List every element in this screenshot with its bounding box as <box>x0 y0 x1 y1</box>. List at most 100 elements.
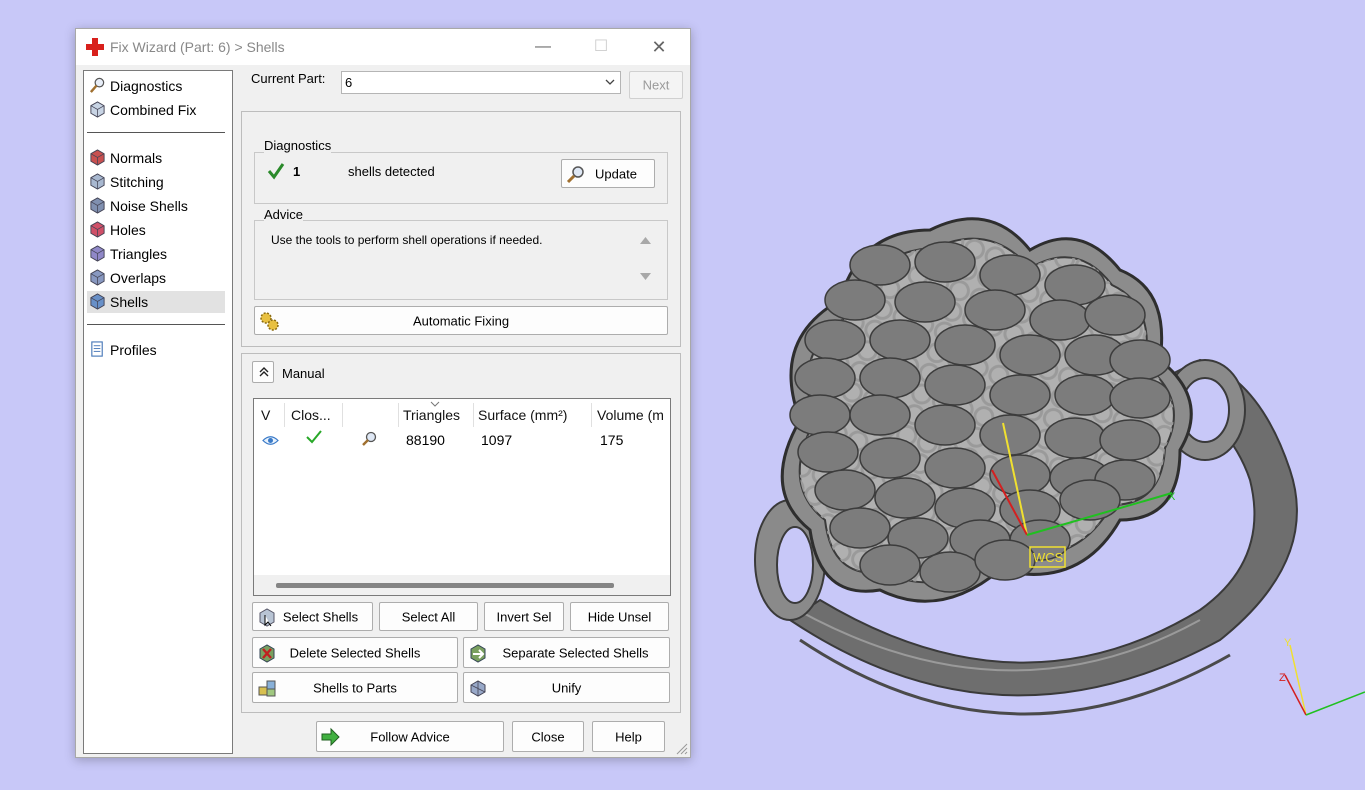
lattice-disc <box>1054 374 1116 416</box>
lattice-disc <box>859 544 921 586</box>
help-button[interactable]: Help <box>592 721 665 752</box>
close-button[interactable]: Close <box>512 721 584 752</box>
wcs-label: WCS <box>1033 550 1064 565</box>
unify-button[interactable]: Unify <box>463 672 670 703</box>
svg-text:Y: Y <box>1284 637 1292 649</box>
svg-text:X: X <box>1168 491 1176 503</box>
sidebar-item-profiles[interactable]: Profiles <box>87 339 225 361</box>
lattice-disc <box>1084 294 1146 336</box>
sidebar-item-label: Overlaps <box>110 270 167 286</box>
follow-advice-button[interactable]: Follow Advice <box>316 721 504 752</box>
minimize-button[interactable]: — <box>514 29 572 65</box>
col-closed[interactable]: Clos... <box>291 407 331 423</box>
invert-sel-button[interactable]: Invert Sel <box>484 602 564 631</box>
shells-to-parts-button[interactable]: Shells to Parts <box>252 672 458 703</box>
sidebar-item-shells[interactable]: Shells <box>87 291 225 313</box>
diagnostics-status: shells detected <box>348 164 435 179</box>
select-all-button[interactable]: Select All <box>379 602 478 631</box>
col-volume[interactable]: Volume (m <box>597 407 664 423</box>
next-button[interactable]: Next <box>629 71 683 99</box>
lattice-disc <box>874 477 936 519</box>
svg-text:Z: Z <box>1279 672 1286 684</box>
automatic-fixing-button[interactable]: Automatic Fixing <box>254 306 668 335</box>
sidebar-item-label: Holes <box>110 222 146 238</box>
update-button[interactable]: Update <box>561 159 655 188</box>
lattice-disc <box>789 394 851 436</box>
orientation-triad: Y Z <box>1279 637 1365 716</box>
maximize-icon: ☐ <box>593 38 609 55</box>
advice-title: Advice <box>264 207 304 222</box>
sidebar-item-combined-fix[interactable]: Combined Fix <box>87 99 225 121</box>
maximize-button[interactable]: ☐ <box>572 29 630 65</box>
manual-title: Manual <box>282 366 325 381</box>
sidebar-item-label: Profiles <box>110 342 157 358</box>
sidebar-item-label: Combined Fix <box>110 102 197 118</box>
closed-check-icon <box>306 430 322 444</box>
hide-unsel-button[interactable]: Hide Unsel <box>570 602 669 631</box>
lattice-disc <box>869 319 931 361</box>
lattice-disc <box>979 254 1041 296</box>
lattice-disc <box>859 437 921 479</box>
scroll-down-icon[interactable] <box>640 273 651 281</box>
lattice-disc <box>999 334 1061 376</box>
delete-selected-shells-button[interactable]: Delete Selected Shells <box>252 637 458 668</box>
sidebar-item-label: Diagnostics <box>110 78 183 94</box>
sidebar-item-holes[interactable]: Holes <box>87 219 225 241</box>
sidebar-item-label: Noise Shells <box>110 198 188 214</box>
cell-volume: 175 <box>600 432 624 448</box>
lattice-disc <box>1044 417 1106 459</box>
lattice-disc <box>934 324 996 366</box>
sidebar-item-label: Triangles <box>110 246 168 262</box>
sidebar-item-noise-shells[interactable]: Noise Shells <box>87 195 225 217</box>
lattice-disc <box>914 404 976 446</box>
shells-table[interactable]: V Clos... Triangles Surface (mm²) Volume… <box>253 398 671 596</box>
lattice-disc <box>989 454 1051 496</box>
collapse-manual-button[interactable] <box>252 361 274 383</box>
sidebar-item-overlaps[interactable]: Overlaps <box>87 267 225 289</box>
current-part-value: 6 <box>345 75 353 90</box>
3d-viewport[interactable]: WCS X Y Z <box>690 0 1365 790</box>
nav-divider <box>87 132 225 133</box>
stitching-icon <box>90 173 105 190</box>
close-window-button[interactable]: ✕ <box>630 29 688 65</box>
horizontal-scrollbar[interactable] <box>254 575 670 595</box>
double-chevron-up-icon <box>259 367 269 377</box>
lattice-disc <box>829 507 891 549</box>
magnifier-icon <box>89 77 105 93</box>
lattice-disc <box>804 319 866 361</box>
col-visible[interactable]: V <box>261 407 270 423</box>
title-bar[interactable]: Fix Wizard (Part: 6) > Shells — ☐ ✕ <box>76 29 690 65</box>
lattice-disc <box>924 447 986 489</box>
sidebar-item-triangles[interactable]: Triangles <box>87 243 225 265</box>
lattice-disc <box>914 241 976 283</box>
sidebar-item-stitching[interactable]: Stitching <box>87 171 225 193</box>
table-row[interactable]: 88190 1097 175 <box>254 427 670 451</box>
holes-icon <box>90 221 105 238</box>
lattice-disc <box>1099 419 1161 461</box>
sidebar-item-normals[interactable]: Normals <box>87 147 225 169</box>
minimize-icon: — <box>535 38 551 55</box>
col-triangles[interactable]: Triangles <box>403 407 460 423</box>
scroll-up-icon[interactable] <box>640 236 651 244</box>
ring-head <box>780 217 1193 603</box>
magnifier-icon[interactable] <box>361 430 378 447</box>
scrollbar-thumb[interactable] <box>276 583 614 588</box>
current-part-select[interactable]: 6 <box>341 71 621 94</box>
lattice-disc <box>974 539 1036 581</box>
lattice-disc <box>1109 377 1171 419</box>
resize-grip-icon[interactable] <box>676 743 688 755</box>
lattice-disc <box>1109 339 1171 381</box>
separate-selected-shells-button[interactable]: Separate Selected Shells <box>463 637 670 668</box>
lattice-disc <box>894 281 956 323</box>
eye-icon[interactable] <box>262 435 279 446</box>
sidebar-item-diagnostics[interactable]: Diagnostics <box>87 75 225 97</box>
lattice-disc <box>797 431 859 473</box>
advice-scrollbar[interactable] <box>635 229 657 287</box>
close-icon: ✕ <box>651 37 667 57</box>
diagnostics-title: Diagnostics <box>264 138 332 153</box>
col-surface[interactable]: Surface (mm²) <box>478 407 567 423</box>
lattice-disc <box>1029 299 1091 341</box>
select-shells-button[interactable]: Select Shells <box>252 602 373 631</box>
combined-fix-icon <box>90 101 105 118</box>
cell-triangles: 88190 <box>406 432 445 448</box>
